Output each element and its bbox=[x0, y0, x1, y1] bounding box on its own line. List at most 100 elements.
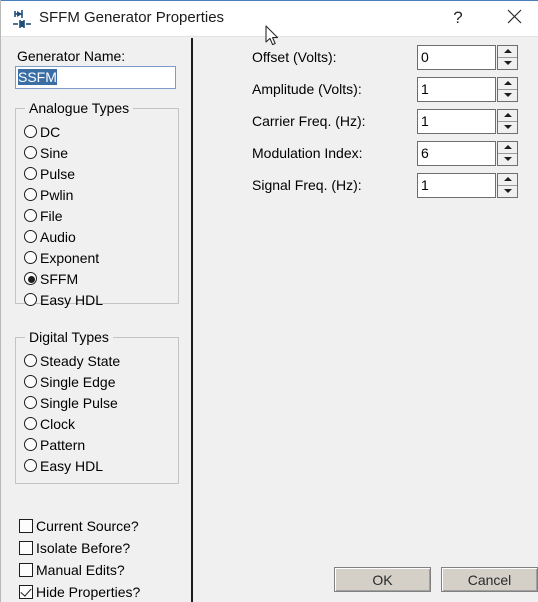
help-icon: ? bbox=[453, 8, 463, 27]
checkbox-icon bbox=[19, 518, 33, 533]
radio-circle-icon bbox=[24, 293, 37, 306]
radio-label: Clock bbox=[40, 415, 76, 432]
stepper-up-icon[interactable] bbox=[498, 142, 517, 154]
modulation-index-stepper[interactable] bbox=[497, 141, 518, 166]
radio-circle-icon bbox=[24, 146, 37, 159]
cancel-button[interactable]: Cancel bbox=[441, 567, 538, 592]
radio-digital-easy-hdl[interactable]: Easy HDL bbox=[24, 455, 103, 476]
radio-circle-icon bbox=[24, 354, 37, 367]
carrier-freq-stepper[interactable] bbox=[497, 109, 518, 134]
radio-label: Pulse bbox=[40, 165, 76, 182]
radio-analogue-sine[interactable]: Sine bbox=[24, 142, 68, 163]
radio-analogue-audio[interactable]: Audio bbox=[24, 226, 76, 247]
checkbox-label: Hide Properties? bbox=[36, 583, 141, 600]
close-icon bbox=[507, 9, 522, 27]
checkbox-icon bbox=[19, 540, 33, 555]
radio-circle-icon bbox=[24, 188, 37, 201]
stepper-down-icon[interactable] bbox=[498, 153, 517, 165]
stepper-down-icon[interactable] bbox=[498, 121, 517, 133]
radio-circle-icon bbox=[24, 438, 37, 451]
stepper-up-icon[interactable] bbox=[498, 110, 517, 122]
radio-analogue-easy-hdl[interactable]: Easy HDL bbox=[24, 289, 103, 310]
radio-circle-icon bbox=[24, 125, 37, 138]
radio-analogue-pulse[interactable]: Pulse bbox=[24, 163, 75, 184]
amplitude-volts-input[interactable]: 1 bbox=[417, 77, 496, 102]
radio-digital-steady-state[interactable]: Steady State bbox=[24, 350, 120, 371]
stepper-up-icon[interactable] bbox=[498, 46, 517, 58]
radio-label: Sine bbox=[40, 144, 69, 161]
generator-circuit-icon bbox=[11, 8, 33, 30]
carrier-freq-input[interactable]: 1 bbox=[417, 109, 496, 134]
radio-analogue-exponent[interactable]: Exponent bbox=[24, 247, 99, 268]
signal-freq-label: Signal Freq. (Hz): bbox=[252, 177, 362, 193]
radio-label: File bbox=[40, 207, 63, 224]
digital-types-group: Digital Types Steady State Single Edge S… bbox=[15, 329, 179, 484]
radio-circle-icon bbox=[24, 251, 37, 264]
generator-name-input[interactable]: SSFM bbox=[15, 66, 176, 89]
radio-label: SFFM bbox=[40, 270, 79, 287]
stepper-up-icon[interactable] bbox=[498, 174, 517, 186]
radio-circle-icon bbox=[24, 417, 37, 430]
offset-volts-input[interactable]: 0 bbox=[417, 45, 496, 70]
radio-digital-clock[interactable]: Clock bbox=[24, 413, 75, 434]
checkbox-label: Current Source? bbox=[36, 517, 139, 534]
radio-label: Single Edge bbox=[40, 373, 116, 390]
amplitude-volts-stepper[interactable] bbox=[497, 77, 518, 102]
signal-freq-input[interactable]: 1 bbox=[417, 173, 496, 198]
radio-circle-selected-icon bbox=[24, 272, 37, 285]
carrier-freq-label: Carrier Freq. (Hz): bbox=[252, 113, 366, 129]
modulation-index-input[interactable]: 6 bbox=[417, 141, 496, 166]
radio-circle-icon bbox=[24, 209, 37, 222]
checkbox-icon bbox=[19, 562, 33, 577]
radio-digital-pattern[interactable]: Pattern bbox=[24, 434, 85, 455]
ok-button-label: OK bbox=[372, 571, 393, 588]
window-title: SFFM Generator Properties bbox=[39, 9, 225, 26]
radio-circle-icon bbox=[24, 375, 37, 388]
checkbox-isolate-before[interactable]: Isolate Before? bbox=[19, 537, 130, 558]
digital-types-title: Digital Types bbox=[25, 329, 113, 345]
radio-analogue-file[interactable]: File bbox=[24, 205, 63, 226]
radio-label: Steady State bbox=[40, 352, 121, 369]
checkbox-label: Isolate Before? bbox=[36, 539, 131, 556]
sffm-generator-properties-dialog: SFFM Generator Properties ? Generator Na… bbox=[0, 0, 538, 602]
pane-divider bbox=[191, 38, 193, 602]
modulation-index-label: Modulation Index: bbox=[252, 145, 363, 161]
generator-name-label: Generator Name: bbox=[17, 48, 126, 64]
radio-digital-single-pulse[interactable]: Single Pulse bbox=[24, 392, 118, 413]
checkbox-checked-icon bbox=[19, 584, 33, 599]
stepper-down-icon[interactable] bbox=[498, 57, 517, 69]
radio-circle-icon bbox=[24, 396, 37, 409]
signal-freq-stepper[interactable] bbox=[497, 173, 518, 198]
radio-circle-icon bbox=[24, 459, 37, 472]
analogue-types-title: Analogue Types bbox=[25, 100, 134, 116]
radio-label: Easy HDL bbox=[40, 291, 104, 308]
radio-label: Pwlin bbox=[40, 186, 74, 203]
radio-analogue-pwlin[interactable]: Pwlin bbox=[24, 184, 73, 205]
stepper-down-icon[interactable] bbox=[498, 185, 517, 197]
radio-label: Exponent bbox=[40, 249, 100, 266]
checkbox-current-source[interactable]: Current Source? bbox=[19, 515, 139, 536]
radio-label: Pattern bbox=[40, 436, 86, 453]
radio-label: Single Pulse bbox=[40, 394, 118, 411]
radio-analogue-sffm[interactable]: SFFM bbox=[24, 268, 78, 289]
close-button[interactable] bbox=[491, 0, 537, 36]
stepper-down-icon[interactable] bbox=[498, 89, 517, 101]
checkbox-manual-edits[interactable]: Manual Edits? bbox=[19, 559, 125, 580]
help-button[interactable]: ? bbox=[435, 0, 481, 36]
titlebar: SFFM Generator Properties ? bbox=[1, 0, 538, 37]
radio-label: Easy HDL bbox=[40, 457, 104, 474]
checkbox-hide-properties[interactable]: Hide Properties? bbox=[19, 581, 140, 602]
amplitude-volts-label: Amplitude (Volts): bbox=[252, 81, 362, 97]
generator-name-value: SSFM bbox=[18, 69, 57, 85]
offset-volts-stepper[interactable] bbox=[497, 45, 518, 70]
radio-analogue-dc[interactable]: DC bbox=[24, 121, 60, 142]
stepper-up-icon[interactable] bbox=[498, 78, 517, 90]
checkbox-label: Manual Edits? bbox=[36, 561, 125, 578]
radio-label: Audio bbox=[40, 228, 76, 245]
radio-circle-icon bbox=[24, 230, 37, 243]
radio-digital-single-edge[interactable]: Single Edge bbox=[24, 371, 116, 392]
ok-button[interactable]: OK bbox=[334, 567, 431, 592]
analogue-types-group: Analogue Types DC Sine Pulse Pwlin File … bbox=[15, 100, 179, 308]
cancel-button-label: Cancel bbox=[467, 571, 512, 588]
radio-label: DC bbox=[40, 123, 61, 140]
